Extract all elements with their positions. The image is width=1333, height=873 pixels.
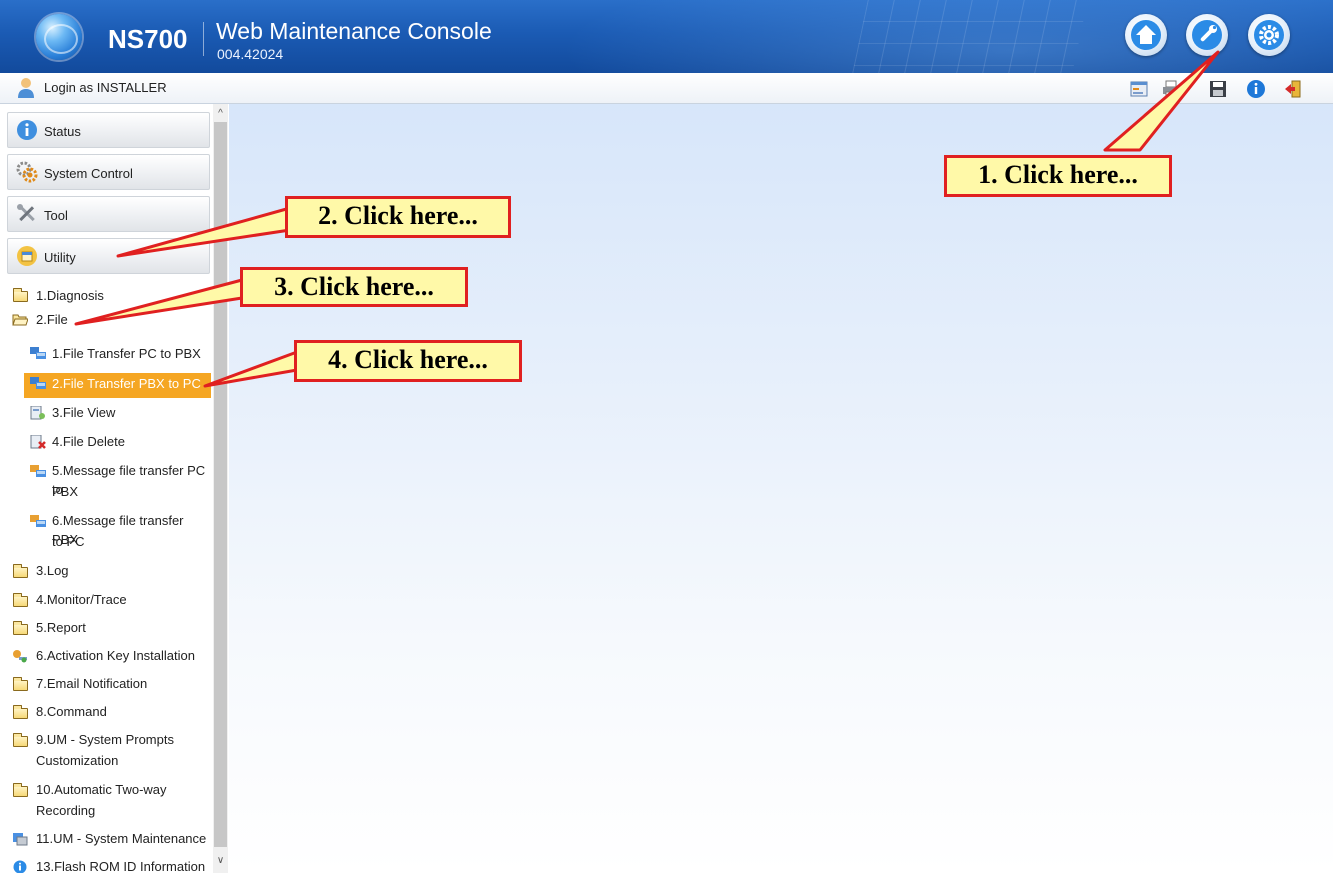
tree-item-label: 4.Monitor/Trace (36, 592, 127, 607)
system-data-icon[interactable] (1129, 79, 1149, 99)
sidebar-category-label: Tool (44, 208, 68, 223)
tree-item-label: 2.File (36, 312, 68, 327)
sidebar-category-status[interactable]: Status (7, 112, 210, 148)
folder-closed-icon (13, 564, 28, 578)
tree-item-label: 6.Activation Key Installation (36, 648, 195, 663)
tree-item-label: 7.Email Notification (36, 676, 148, 691)
tree-item-label-cont: PBX (52, 484, 79, 499)
tree-item-label: 13.Flash ROM ID Information (36, 859, 206, 873)
callout-step-2: 2. Click here... (285, 196, 511, 238)
tree-item-label-cont: to PC (52, 534, 85, 549)
callout-step-4: 4. Click here... (294, 340, 522, 382)
folder-closed-icon (13, 621, 28, 635)
callout-step-3: 3. Click here... (240, 267, 468, 307)
setup-button[interactable] (1248, 14, 1290, 56)
tree-item-label: 3.File View (52, 405, 116, 420)
transfer-icon (30, 515, 46, 527)
sidebar: Status System Control Tool Utility 1.Dia… (0, 104, 213, 873)
globe-logo-icon (36, 14, 82, 60)
utility-box-icon (17, 246, 37, 266)
home-button[interactable] (1125, 14, 1167, 56)
folder-closed-icon (13, 677, 28, 691)
transfer-icon (30, 465, 46, 477)
folder-closed-icon (13, 288, 28, 302)
sidebar-category-tool[interactable]: Tool (7, 196, 210, 232)
tools-icon (17, 204, 35, 222)
tree-item-label: 2.File Transfer PBX to PC (52, 376, 201, 391)
sidebar-category-label: Utility (44, 250, 76, 265)
sidebar-category-system-control[interactable]: System Control (7, 154, 210, 190)
model-name: NS700 (108, 24, 188, 54)
key-icon (13, 650, 27, 663)
tree-item-label: 1.File Transfer PC to PBX (52, 346, 201, 361)
logout-icon[interactable] (1283, 79, 1303, 99)
wrench-icon (1192, 20, 1222, 50)
header-divider (203, 22, 204, 56)
folder-closed-icon (13, 705, 28, 719)
maintenance-icon (13, 833, 28, 846)
sidebar-category-label: Status (44, 124, 81, 139)
transfer-icon (30, 377, 46, 389)
file-delete-icon (30, 435, 46, 449)
folder-closed-icon (13, 783, 28, 797)
info-icon[interactable] (1246, 79, 1266, 99)
tree-item-label: 1.Diagnosis (36, 288, 104, 303)
tool-button[interactable] (1186, 14, 1228, 56)
sidebar-category-label: System Control (44, 166, 133, 181)
save-icon[interactable] (1208, 79, 1228, 99)
scroll-down-arrow-icon[interactable]: ∨ (213, 853, 228, 869)
console-version: 004.42024 (217, 46, 284, 62)
gears-icon (16, 161, 38, 183)
user-icon (18, 78, 34, 98)
tree-item-label: 5.Report (36, 620, 86, 635)
tree-item-label-cont: Recording (36, 803, 96, 818)
sidebar-scrollbar-thumb[interactable] (214, 122, 227, 847)
scroll-up-arrow-icon[interactable]: ^ (213, 106, 228, 122)
tree-item-label: 10.Automatic Two-way (36, 782, 167, 797)
tree-item-label: 3.Log (36, 563, 69, 578)
sidebar-category-utility[interactable]: Utility (7, 238, 210, 274)
tree-item-label: 11.UM - System Maintenance (36, 831, 207, 846)
print-icon[interactable] (1161, 79, 1181, 99)
login-bar: Login as INSTALLER (0, 73, 1333, 104)
globe-info-icon (13, 860, 27, 873)
transfer-icon (30, 347, 46, 359)
folder-closed-icon (13, 733, 28, 747)
tree-item-label-cont: Customization (36, 753, 119, 768)
header-grid-decoration (852, 0, 1088, 73)
status-info-icon (17, 120, 37, 140)
console-title: Web Maintenance Console (216, 18, 492, 44)
tree-item-label: 8.Command (36, 704, 107, 719)
folder-closed-icon (13, 593, 28, 607)
tree-item-label: 9.UM - System Prompts (36, 732, 174, 747)
gear-icon (1254, 20, 1284, 50)
header-bar: NS700 Web Maintenance Console 004.42024 (0, 0, 1333, 73)
login-status-text: Login as INSTALLER (44, 80, 167, 95)
home-icon (1131, 20, 1161, 50)
file-view-icon (30, 406, 45, 420)
folder-open-icon (12, 314, 28, 326)
tree-item-label: 4.File Delete (52, 434, 125, 449)
callout-step-1: 1. Click here... (944, 155, 1172, 197)
